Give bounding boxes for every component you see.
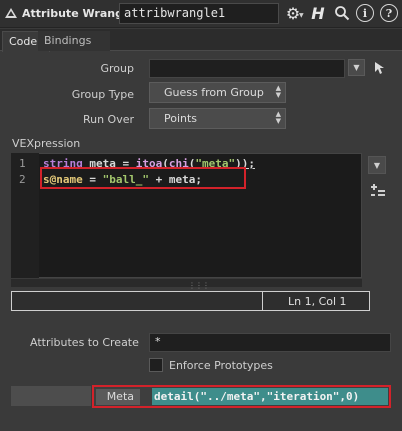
help-icon[interactable]: ? xyxy=(380,4,398,22)
cursor-position: Ln 1, Col 1 xyxy=(288,295,347,308)
node-name-field[interactable]: attribwrangle1 xyxy=(119,3,279,24)
status-divider xyxy=(262,291,263,311)
group-type-label: Group Type xyxy=(71,88,134,101)
enforce-prototypes-label: Enforce Prototypes xyxy=(169,359,273,372)
group-type-value: Guess from Group xyxy=(164,86,264,99)
group-dropdown-button[interactable]: ▼ xyxy=(348,59,365,76)
run-over-value: Points xyxy=(164,112,198,125)
meta-label: Meta xyxy=(96,389,140,405)
group-field[interactable] xyxy=(149,59,345,78)
select-arrow-icon[interactable] xyxy=(373,60,387,76)
line-gutter xyxy=(11,153,39,278)
group-type-menu[interactable]: Guess from Group ▲ ▼ xyxy=(149,82,286,103)
create-spare-params-icon[interactable] xyxy=(368,182,388,200)
editor-resize-handle[interactable] xyxy=(11,279,362,287)
enforce-prototypes-checkbox[interactable] xyxy=(149,358,163,372)
tab-bar: Code Bindings xyxy=(0,29,402,52)
meta-expression-field[interactable]: detail("../meta","iteration",0) xyxy=(152,388,388,405)
run-over-label: Run Over xyxy=(82,113,134,126)
snippet-dropdown-button[interactable]: ▼ xyxy=(368,156,386,174)
tab-bindings[interactable]: Bindings xyxy=(38,31,110,51)
updown-icon: ▲ ▼ xyxy=(275,110,281,125)
node-type-label: Attribute Wrangle xyxy=(22,7,135,20)
help-h-icon[interactable]: H xyxy=(308,3,328,23)
group-label: Group xyxy=(100,62,135,75)
updown-icon: ▲ ▼ xyxy=(275,84,281,99)
run-over-menu[interactable]: Points ▲ ▼ xyxy=(149,108,286,129)
info-icon[interactable]: i xyxy=(356,4,374,22)
line-number: 1 xyxy=(19,157,26,170)
line-2-highlight-box xyxy=(40,167,246,189)
node-icon xyxy=(3,5,19,21)
meta-row-spacer xyxy=(11,386,91,406)
attributes-to-create-field[interactable]: * xyxy=(149,333,391,352)
line-number: 2 xyxy=(19,173,26,186)
attributes-to-create-label: Attributes to Create xyxy=(30,336,139,349)
vexpression-label: VEXpression xyxy=(12,137,81,150)
gear-menu-arrow-icon[interactable]: ▼ xyxy=(299,12,304,19)
search-icon[interactable] xyxy=(333,4,351,22)
grip-icon[interactable]: ⋮⋮⋮ xyxy=(188,281,210,290)
